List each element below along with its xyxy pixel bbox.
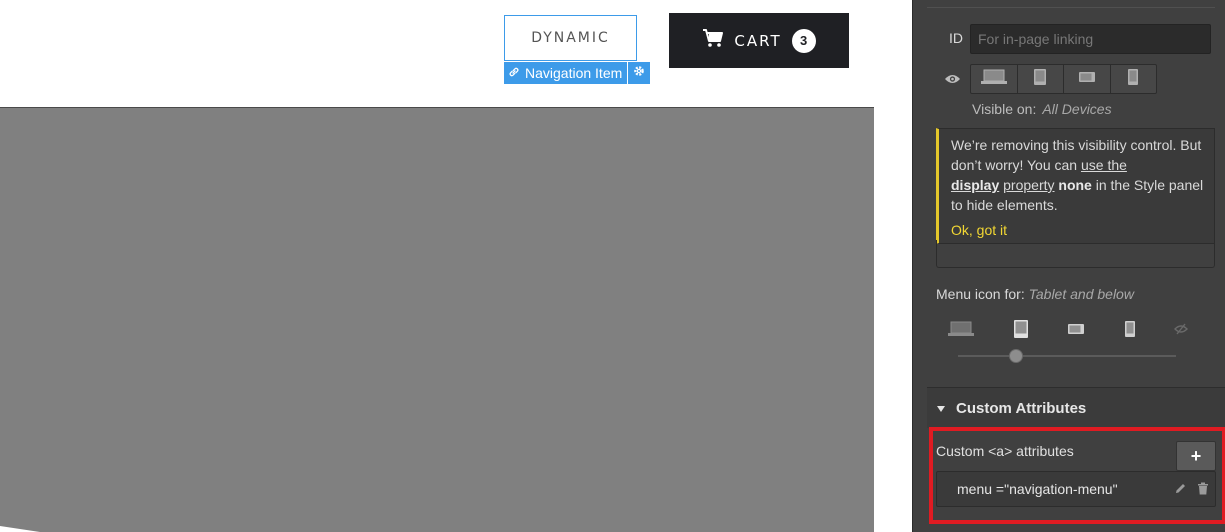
attribute-quote-close: "	[1112, 481, 1118, 497]
custom-attributes-title: Custom Attributes	[956, 399, 1087, 417]
desktop-icon	[980, 69, 1007, 90]
selection-tag-label-wrap[interactable]: Navigation Item	[504, 62, 628, 84]
menu-icon-row: Menu icon for: Tablet and below	[936, 286, 1134, 302]
mobile-landscape-icon	[1078, 70, 1096, 88]
breakpoint-mobile-portrait-icon[interactable]	[1124, 320, 1136, 343]
mobile-portrait-icon	[1127, 68, 1139, 91]
menu-icon-slider-track[interactable]	[958, 355, 1176, 357]
notice-link-use-the[interactable]: use the	[1081, 157, 1127, 173]
notice-bold-display: display	[951, 177, 1000, 193]
id-input[interactable]	[970, 24, 1211, 54]
gear-icon	[633, 64, 645, 82]
notice-text-1: We’re removing this visibility control. …	[951, 137, 1202, 173]
selection-tag[interactable]: Navigation Item	[504, 62, 651, 84]
attribute-row[interactable]: menu =" navigation-menu "	[936, 471, 1216, 507]
selection-tag-label: Navigation Item	[525, 65, 623, 81]
visible-on-label: Visible on:	[972, 101, 1037, 117]
visible-on-value: All Devices	[1042, 101, 1112, 117]
menu-icon-value: Tablet and below	[1028, 286, 1134, 302]
attribute-equals: ="	[992, 481, 1010, 497]
caret-down-icon	[936, 400, 946, 417]
visible-tablet-button[interactable]	[1018, 65, 1064, 93]
menu-icon-label: Menu icon for:	[936, 286, 1025, 302]
visible-mobile-portrait-button[interactable]	[1111, 65, 1157, 93]
custom-attributes-label: Custom <a> attributes	[936, 443, 1074, 459]
hero-corner-shape	[0, 526, 40, 532]
settings-gear-button[interactable]	[628, 62, 651, 84]
tablet-icon	[1033, 68, 1047, 91]
pencil-icon[interactable]	[1174, 482, 1187, 498]
nav-item-label: DYNAMIC	[531, 30, 610, 46]
add-attribute-button[interactable]: +	[1176, 441, 1216, 471]
notice-link-property[interactable]: property	[1003, 177, 1054, 193]
settings-panel: ID Visible on:All Devices W	[912, 0, 1225, 532]
visibility-device-group	[970, 64, 1157, 94]
cart-count-badge: 3	[791, 28, 816, 53]
id-label: ID	[949, 30, 963, 46]
deprecation-notice: We’re removing this visibility control. …	[936, 128, 1215, 244]
notice-bold-none: none	[1058, 177, 1092, 193]
attribute-actions	[1174, 482, 1209, 498]
breakpoint-mobile-landscape-icon[interactable]	[1067, 322, 1085, 340]
link-icon	[508, 65, 520, 81]
cart-button[interactable]: CART 3	[669, 13, 849, 68]
hero-section[interactable]	[0, 107, 874, 532]
visible-desktop-button[interactable]	[971, 65, 1018, 93]
eye-icon[interactable]	[944, 72, 961, 90]
attribute-name: menu	[957, 481, 993, 497]
nav-item-dynamic[interactable]: DYNAMIC	[504, 15, 637, 61]
cart-icon	[702, 28, 724, 53]
breakpoint-tablet-icon[interactable]	[1013, 319, 1029, 344]
design-canvas[interactable]: DYNAMIC Navigation Item CART 3	[0, 0, 912, 532]
obscured-field	[936, 240, 1215, 268]
breakpoint-desktop-icon[interactable]	[948, 321, 974, 342]
canvas-gutter	[874, 0, 912, 532]
cart-label: CART	[734, 31, 782, 50]
panel-top-divider	[927, 7, 1215, 8]
eye-slash-icon[interactable]	[1174, 322, 1188, 340]
trash-icon[interactable]	[1197, 482, 1209, 498]
dismiss-notice-link[interactable]: Ok, got it	[951, 220, 1204, 240]
visible-on-row: Visible on: All Devices	[972, 101, 1112, 117]
breakpoint-icons	[948, 319, 1188, 344]
attribute-value: navigation-menu	[1009, 481, 1113, 497]
menu-icon-slider-handle[interactable]	[1009, 349, 1023, 363]
notice-link-display[interactable]: display	[951, 177, 999, 193]
visible-mobile-landscape-button[interactable]	[1064, 65, 1111, 93]
custom-attributes-header[interactable]: Custom Attributes	[927, 388, 1225, 428]
